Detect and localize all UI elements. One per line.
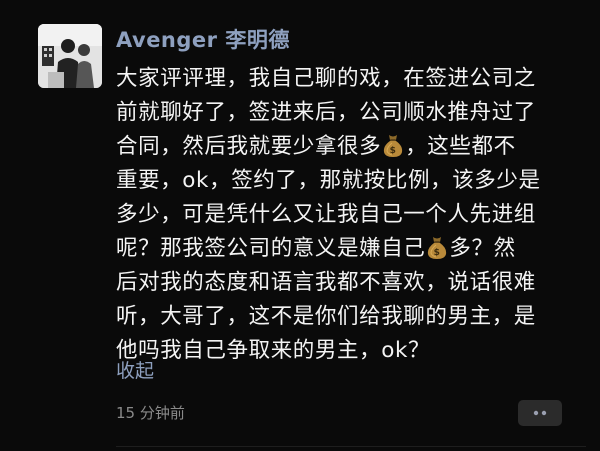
post-text: ，这些都不 (405, 134, 516, 159)
post-text-line: 重要，ok，签约了，那就按比例，该多少是 (116, 164, 586, 198)
post-text: 多？然 (449, 236, 516, 261)
post-text: 前就聊好了，签进来后，公司顺水推舟过了 (116, 100, 536, 125)
post-text: 他吗我自己争取来的男主，ok？ (116, 338, 431, 363)
more-options-button[interactable] (518, 400, 562, 426)
more-dots-icon (533, 410, 547, 416)
post-text-line: 呢？那我签公司的意义是嫌自己 $ 多？然 (116, 232, 586, 266)
post-text-line: 多少，可是凭什么又让我自己一个人先进组 (116, 198, 586, 232)
post-timestamp: 15 分钟前 (116, 404, 185, 422)
post-text-line: 合同，然后我就要少拿很多 $ ，这些都不 (116, 130, 586, 164)
divider (116, 446, 586, 447)
post-text-line: 前就聊好了，签进来后，公司顺水推舟过了 (116, 96, 586, 130)
post-text-line: 后对我的态度和语言我都不喜欢，说话很难 (116, 266, 586, 300)
post-text: 合同，然后我就要少拿很多 (116, 134, 382, 159)
post-text: 后对我的态度和语言我都不喜欢，说话很难 (116, 270, 536, 295)
svg-text:$: $ (434, 248, 441, 258)
post-text: 大家评评理，我自己聊的戏，在签进公司之 (116, 66, 536, 91)
post-text: 呢？那我签公司的意义是嫌自己 (116, 236, 426, 261)
post-text-line: 大家评评理，我自己聊的戏，在签进公司之 (116, 62, 586, 96)
author-name[interactable]: Avenger 李明德 (116, 24, 290, 54)
post-body: 大家评评理，我自己聊的戏，在签进公司之 前就聊好了，签进来后，公司顺水推舟过了 … (116, 62, 586, 368)
moment-post: Avenger 李明德 大家评评理，我自己聊的戏，在签进公司之 前就聊好了，签进… (0, 0, 600, 451)
post-text: 听，大哥了，这不是你们给我聊的男主，是 (116, 304, 536, 329)
post-text: 多少，可是凭什么又让我自己一个人先进组 (116, 202, 536, 227)
svg-text:$: $ (390, 146, 397, 156)
collapse-link[interactable]: 收起 (116, 356, 154, 383)
post-text-line: 他吗我自己争取来的男主，ok？ (116, 334, 586, 368)
money-bag-icon: $ (382, 132, 404, 158)
money-bag-icon: $ (426, 234, 448, 260)
post-text-line: 听，大哥了，这不是你们给我聊的男主，是 (116, 300, 586, 334)
avatar-photo-icon (38, 24, 102, 88)
post-text: 重要，ok，签约了，那就按比例，该多少是 (116, 168, 541, 193)
avatar[interactable] (38, 24, 102, 88)
